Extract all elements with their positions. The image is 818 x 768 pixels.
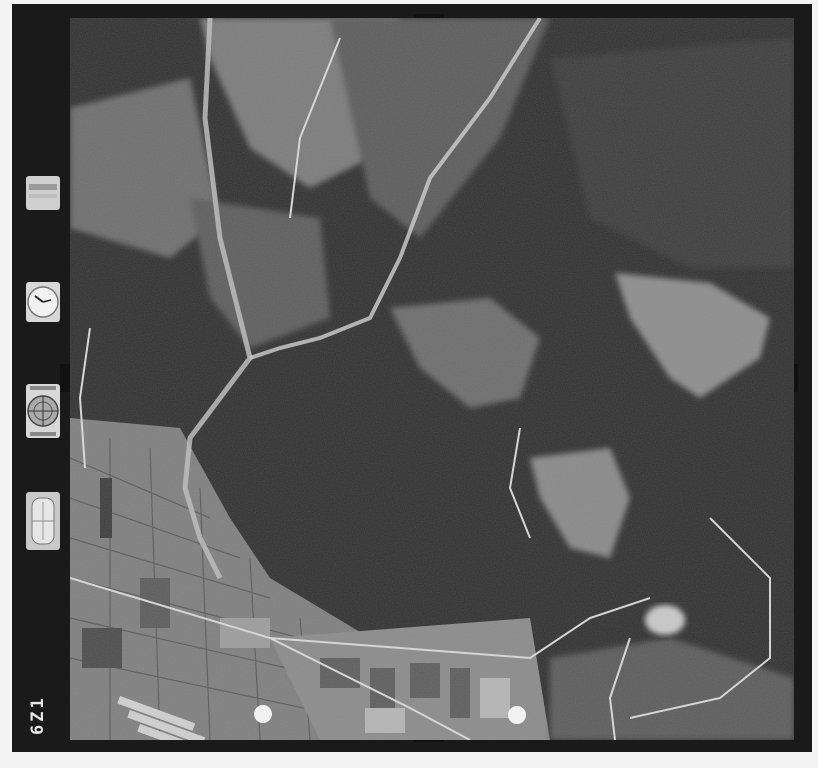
level-bubble-icon: [26, 492, 60, 550]
clock-icon: [26, 282, 60, 322]
counter-icon: [26, 176, 60, 210]
aerial-photo: [70, 18, 794, 740]
frame-number: 6Z1: [28, 695, 48, 735]
altimeter-icon: [26, 384, 60, 438]
